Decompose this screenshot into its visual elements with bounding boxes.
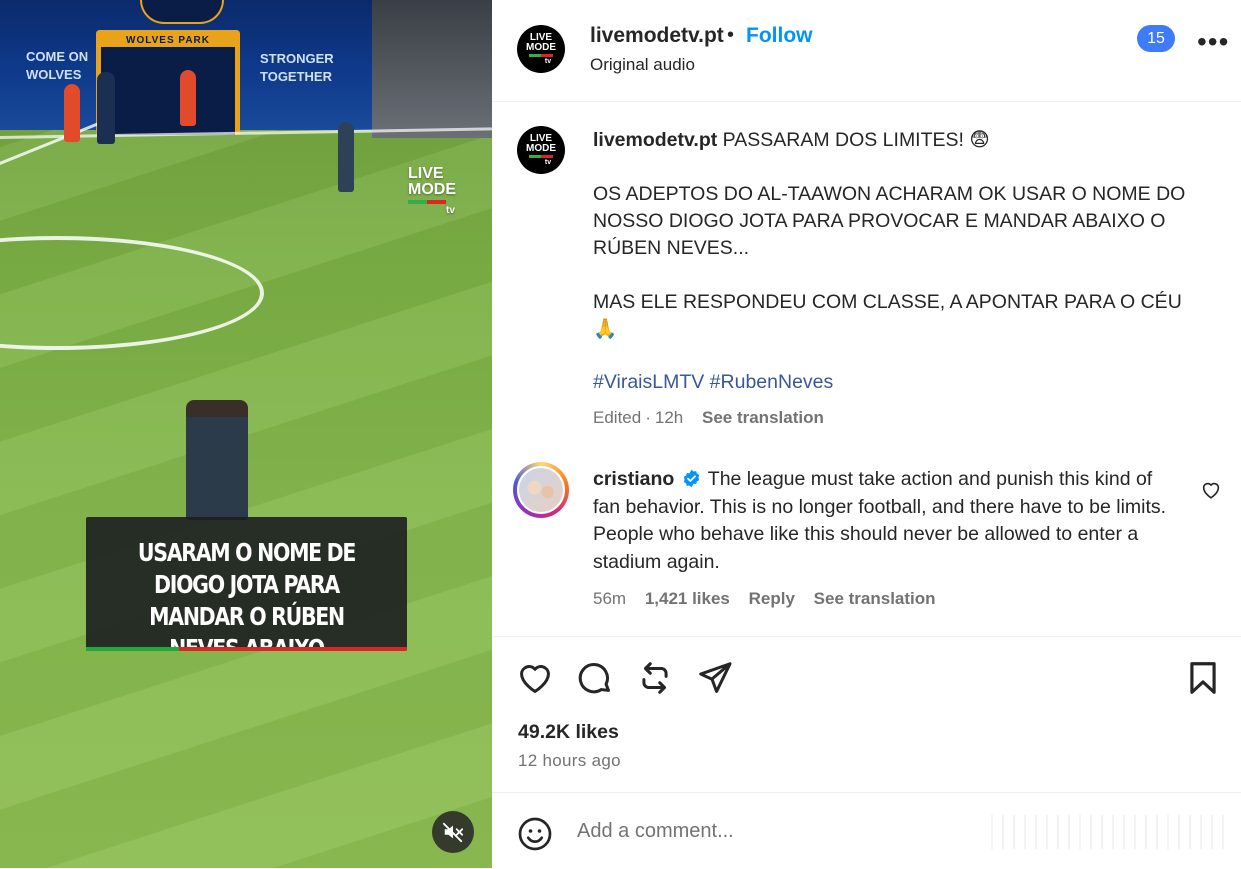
video-caption-box: USARAM O NOME DE DIOGO JOTA PARA MANDAR … [86, 517, 407, 651]
reel-video[interactable]: WOLVES PARK COME ON WOLVES STRONGER TOGE… [0, 0, 492, 868]
original-audio-link[interactable]: Original audio [590, 55, 695, 75]
tunnel-title: WOLVES PARK [101, 34, 235, 47]
comment-meta: 56m 1,421 likes Reply See translation [593, 589, 950, 609]
author-avatar[interactable]: LIVE MODE tv [517, 25, 565, 73]
edited-label: Edited [593, 408, 642, 427]
caption-age: 12h [654, 408, 684, 427]
post-side-panel: LIVE MODE tv livemodetv.pt • Follow Orig… [492, 0, 1241, 868]
comment-text: The league must take action and punish t… [593, 468, 1167, 573]
caption-paragraph: MAS ELE RESPONDEU COM CLASSE, A APONTAR … [593, 291, 1182, 340]
caption-meta: Edited · 12h See translation [593, 408, 824, 427]
mute-button[interactable] [432, 811, 474, 853]
player-figure [97, 72, 115, 144]
referee-figure [64, 84, 80, 142]
caption-author-avatar[interactable]: LIVE MODE tv [517, 126, 565, 174]
follow-button[interactable]: Follow [746, 24, 813, 48]
speaker-muted-icon [442, 822, 464, 843]
separator-dot: • [727, 24, 735, 46]
comment-like-heart-icon[interactable] [1200, 479, 1222, 501]
commenter-username[interactable]: cristiano [593, 468, 674, 490]
post-likes-count[interactable]: 49.2K likes [518, 721, 619, 744]
verified-badge-icon [683, 469, 699, 488]
post-header: LIVE MODE tv livemodetv.pt • Follow Orig… [492, 0, 1241, 102]
comment-reply-button[interactable]: Reply [749, 589, 795, 608]
caption-flag-bar [86, 647, 407, 651]
player-figure [186, 400, 248, 520]
notification-badge[interactable]: 15 [1137, 25, 1175, 52]
players-tunnel: WOLVES PARK [96, 30, 240, 135]
more-options-button[interactable]: ••• [1197, 28, 1229, 56]
player-figure [338, 122, 354, 192]
comment-body: cristiano The league must take action an… [593, 466, 1183, 576]
post-comment-button[interactable] [982, 815, 1232, 849]
video-caption: USARAM O NOME DE DIOGO JOTA PARA MANDAR … [137, 538, 356, 651]
club-crest [140, 0, 224, 24]
referee-figure [180, 70, 196, 126]
repost-icon[interactable] [636, 659, 674, 697]
see-translation-link[interactable]: See translation [702, 408, 824, 427]
comment-likes[interactable]: 1,421 likes [645, 589, 730, 608]
commenter-avatar[interactable] [513, 462, 569, 518]
caption-hashtags[interactable]: #ViraisLMTV #RubenNeves [593, 371, 833, 394]
caption-paragraph: OS ADEPTOS DO AL-TAAWON ACHARAM OK USAR … [593, 183, 1186, 259]
post-timestamp[interactable]: 12 hours ago [518, 751, 621, 771]
share-paper-plane-icon[interactable] [696, 659, 734, 697]
caption-headline: PASSARAM DOS LIMITES! 😨 [722, 129, 990, 151]
stand-banner-left: COME ON WOLVES [26, 49, 89, 82]
emoji-smiley-icon[interactable] [517, 816, 553, 852]
center-circle [0, 236, 264, 350]
comment-age: 56m [593, 589, 627, 608]
save-bookmark-icon[interactable] [1184, 659, 1222, 697]
livemode-watermark: LIVE MODE tv [408, 165, 456, 216]
post-caption: livemodetv.pt PASSARAM DOS LIMITES! 😨 OS… [593, 127, 1208, 370]
stands-seating [372, 0, 492, 138]
like-heart-icon[interactable] [516, 659, 554, 697]
stand-banner-right: STRONGER TOGETHER [260, 51, 334, 84]
comment-bubble-icon[interactable] [576, 659, 614, 697]
caption-author[interactable]: livemodetv.pt [593, 129, 717, 151]
post-actions: 49.2K likes 12 hours ago [492, 636, 1241, 793]
comment-composer [492, 792, 1241, 869]
author-username[interactable]: livemodetv.pt [590, 24, 724, 48]
comment-see-translation-link[interactable]: See translation [814, 589, 936, 608]
